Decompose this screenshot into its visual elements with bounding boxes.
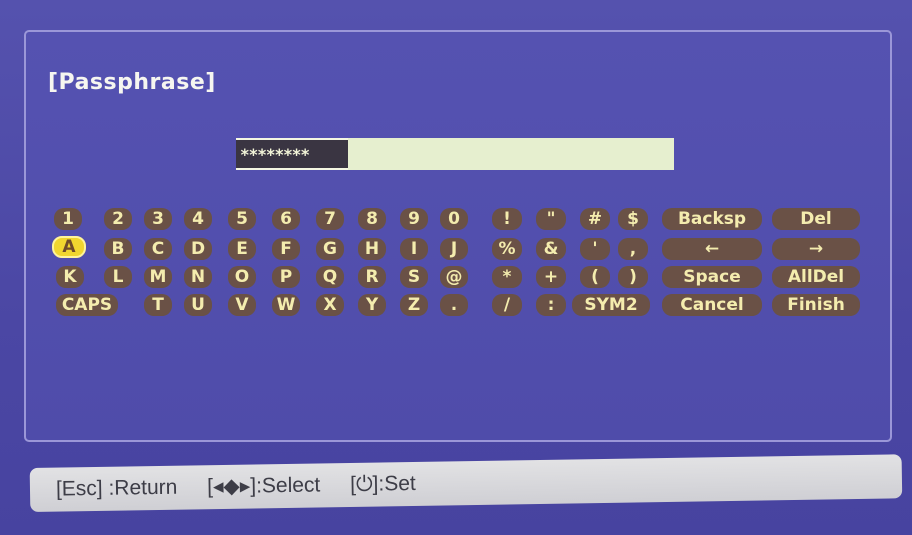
- key-v[interactable]: V: [228, 294, 256, 316]
- set-hint: [⏻]:Set: [349, 471, 416, 496]
- key-w[interactable]: W: [272, 294, 300, 316]
- key-open-paren[interactable]: (: [580, 266, 610, 288]
- key-asterisk[interactable]: *: [492, 266, 522, 288]
- esc-return-hint: [Esc] :Return: [55, 475, 178, 501]
- help-bar-text: [Esc] :Return [◂◆▸]:Select [⏻]:Set: [56, 471, 440, 502]
- key-6[interactable]: 6: [272, 208, 300, 230]
- cancel-button[interactable]: Cancel: [662, 294, 762, 316]
- finish-button[interactable]: Finish: [772, 294, 860, 316]
- key-apostrophe[interactable]: ': [580, 238, 610, 260]
- backspace-button[interactable]: Backsp: [662, 208, 762, 230]
- delete-button[interactable]: Del: [772, 208, 860, 230]
- key-comma[interactable]: ,: [618, 238, 648, 260]
- key-g[interactable]: G: [316, 238, 344, 260]
- key-period[interactable]: .: [440, 294, 468, 316]
- key-c[interactable]: C: [144, 238, 172, 260]
- passphrase-masked-value: ********: [236, 138, 348, 170]
- key-l[interactable]: L: [104, 266, 132, 288]
- select-hint: [◂◆▸]:Select: [207, 473, 321, 499]
- key-i[interactable]: I: [400, 238, 428, 260]
- key-t[interactable]: T: [144, 294, 172, 316]
- key-m[interactable]: M: [144, 266, 172, 288]
- key-7[interactable]: 7: [316, 208, 344, 230]
- key-z[interactable]: Z: [400, 294, 428, 316]
- key-slash[interactable]: /: [492, 294, 522, 316]
- all-delete-button[interactable]: AllDel: [772, 266, 860, 288]
- key-ampersand[interactable]: &: [536, 238, 566, 260]
- key-exclamation[interactable]: !: [492, 208, 522, 230]
- space-button[interactable]: Space: [662, 266, 762, 288]
- key-f[interactable]: F: [272, 238, 300, 260]
- key-5[interactable]: 5: [228, 208, 256, 230]
- key-d[interactable]: D: [184, 238, 212, 260]
- key-n[interactable]: N: [184, 266, 212, 288]
- cursor-right-button[interactable]: →: [772, 238, 860, 260]
- key-2[interactable]: 2: [104, 208, 132, 230]
- key-hash[interactable]: #: [580, 208, 610, 230]
- projector-screen: [Passphrase] ******** 1 2 3 4 5 6 7 8 9 …: [0, 0, 912, 535]
- key-0[interactable]: 0: [440, 208, 468, 230]
- key-plus[interactable]: +: [536, 266, 566, 288]
- key-q[interactable]: Q: [316, 266, 344, 288]
- key-4[interactable]: 4: [184, 208, 212, 230]
- cursor-left-button[interactable]: ←: [662, 238, 762, 260]
- key-y[interactable]: Y: [358, 294, 386, 316]
- key-1[interactable]: 1: [54, 208, 82, 230]
- key-8[interactable]: 8: [358, 208, 386, 230]
- key-sym2[interactable]: SYM2: [572, 294, 650, 316]
- panel-title: [Passphrase]: [48, 70, 216, 95]
- key-at[interactable]: @: [440, 266, 468, 288]
- key-j[interactable]: J: [440, 238, 468, 260]
- key-u[interactable]: U: [184, 294, 212, 316]
- help-bar: [Esc] :Return [◂◆▸]:Select [⏻]:Set: [29, 454, 903, 512]
- key-h[interactable]: H: [358, 238, 386, 260]
- key-caps[interactable]: CAPS: [56, 294, 118, 316]
- key-close-paren[interactable]: ): [618, 266, 648, 288]
- key-e[interactable]: E: [228, 238, 256, 260]
- key-percent[interactable]: %: [492, 238, 522, 260]
- key-dollar[interactable]: $: [618, 208, 648, 230]
- key-colon[interactable]: :: [536, 294, 566, 316]
- key-3[interactable]: 3: [144, 208, 172, 230]
- key-o[interactable]: O: [228, 266, 256, 288]
- key-p[interactable]: P: [272, 266, 300, 288]
- key-b[interactable]: B: [104, 238, 132, 260]
- key-double-quote[interactable]: ": [536, 208, 566, 230]
- passphrase-input[interactable]: ********: [236, 138, 674, 170]
- key-k[interactable]: K: [56, 266, 84, 288]
- key-a[interactable]: A: [52, 236, 86, 258]
- key-s[interactable]: S: [400, 266, 428, 288]
- key-9[interactable]: 9: [400, 208, 428, 230]
- key-x[interactable]: X: [316, 294, 344, 316]
- key-r[interactable]: R: [358, 266, 386, 288]
